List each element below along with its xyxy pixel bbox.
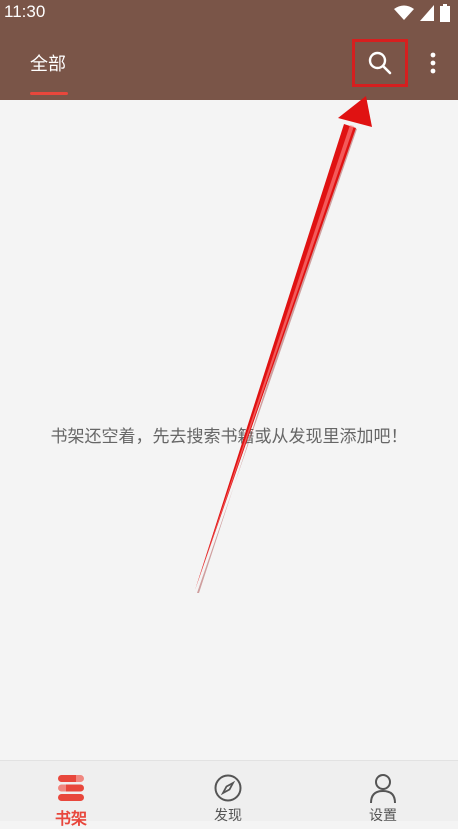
tab-all[interactable]: 全部 xyxy=(30,50,66,76)
bookshelf-content: 书架还空着，先去搜索书籍或从发现里添加吧！ xyxy=(0,100,458,760)
battery-icon xyxy=(440,4,450,22)
more-options-button[interactable] xyxy=(421,48,445,78)
nav-settings[interactable]: 设置 xyxy=(343,771,423,825)
signal-icon xyxy=(420,5,434,21)
nav-bookshelf-label: 书架 xyxy=(54,809,87,828)
status-bar: 11:30 xyxy=(0,0,458,26)
nav-discover-label: 发现 xyxy=(214,808,242,824)
more-vert-icon xyxy=(430,52,436,74)
tab-indicator xyxy=(30,92,68,95)
person-icon xyxy=(370,774,396,804)
nav-discover[interactable]: 发现 xyxy=(188,771,268,825)
status-time: 11:30 xyxy=(4,2,46,21)
status-icons xyxy=(394,4,450,22)
search-icon xyxy=(368,51,392,75)
bottom-nav: 书架 发现 设置 xyxy=(0,760,458,828)
search-button[interactable] xyxy=(352,39,408,87)
app-bar: 全部 xyxy=(0,26,458,100)
bookshelf-icon xyxy=(58,775,84,801)
empty-bookshelf-message: 书架还空着，先去搜索书籍或从发现里添加吧！ xyxy=(50,427,408,447)
wifi-icon xyxy=(394,5,414,20)
nav-bookshelf[interactable]: 书架 xyxy=(31,771,111,829)
nav-settings-label: 设置 xyxy=(369,808,397,824)
compass-icon xyxy=(214,774,242,802)
